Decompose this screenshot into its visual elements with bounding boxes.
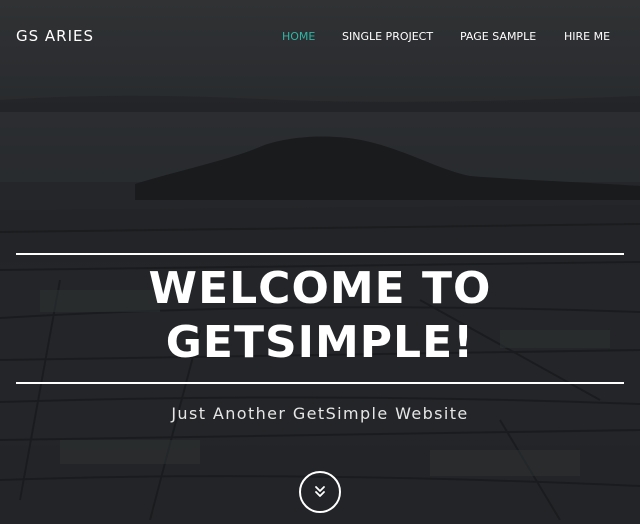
hero-headline-line-1: WELCOME TO <box>148 263 492 314</box>
headline-bottom-divider <box>16 382 624 384</box>
double-chevron-down-icon <box>315 486 325 497</box>
hero-section: GS ARIES HOME SINGLE PROJECT PAGE SAMPLE… <box>0 0 640 524</box>
main-navigation: HOME SINGLE PROJECT PAGE SAMPLE HIRE ME <box>0 30 640 46</box>
nav-item-single-project[interactable]: SINGLE PROJECT <box>342 30 433 43</box>
hero-headline: WELCOME TO GETSIMPLE! <box>16 262 624 370</box>
hero-headline-line-2: GETSIMPLE! <box>165 317 475 368</box>
hero-tagline: Just Another GetSimple Website <box>171 404 469 423</box>
nav-item-hire-me[interactable]: HIRE ME <box>564 30 610 43</box>
scroll-down-button[interactable] <box>299 471 341 513</box>
headline-top-divider <box>16 253 624 255</box>
nav-item-home[interactable]: HOME <box>282 30 315 43</box>
nav-item-page-sample[interactable]: PAGE SAMPLE <box>460 30 536 43</box>
